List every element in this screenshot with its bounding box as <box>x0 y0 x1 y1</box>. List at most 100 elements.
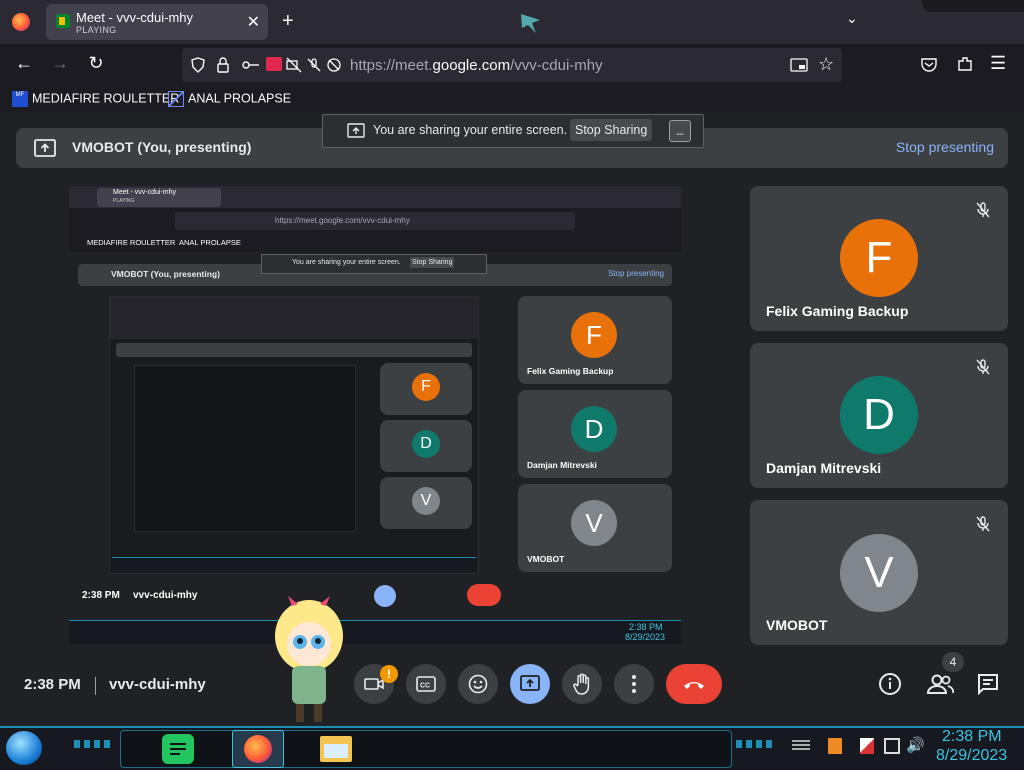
taskbar-file-explorer-icon[interactable] <box>320 736 352 762</box>
preview-bookmark-1: MEDIAFIRE ROULETTER <box>87 238 176 247</box>
camera-blocked-icon[interactable] <box>286 57 302 73</box>
permissions-icon[interactable] <box>242 58 260 72</box>
tab-title: Meet - vvv-cdui-mhy <box>76 10 194 25</box>
taskbar-clock-time[interactable]: 2:38 PM <box>942 728 1002 746</box>
participant-name-felix: Felix Gaming Backup <box>766 303 909 319</box>
tray-flag-icon[interactable] <box>860 738 874 754</box>
tray-collapse-icon[interactable] <box>792 740 810 752</box>
participant-tile-vmobot[interactable]: V VMOBOT <box>750 500 1008 645</box>
emoji-icon <box>468 674 488 694</box>
url-text[interactable]: https://meet.google.com/vvv-cdui-mhy <box>350 57 603 74</box>
preview-end-call <box>467 584 501 606</box>
preview-url: https://meet.google.com/vvv-cdui-mhy <box>275 216 410 225</box>
svg-text:CC: CC <box>420 683 430 690</box>
preview-code: vvv-cdui-mhy <box>133 590 198 601</box>
back-button[interactable]: ← <box>12 53 36 74</box>
preview-presenting-label: VMOBOT (You, presenting) <box>111 269 220 279</box>
autoplay-blocked-icon[interactable] <box>326 57 342 73</box>
navigation-bar: ← → ↻ https://meet.google.com/vvv-cdui-m… <box>0 44 1024 86</box>
camera-warning-badge: ! <box>380 665 398 683</box>
screen-share-indicator-icon[interactable] <box>266 57 282 71</box>
screen-share-banner: You are sharing your entire screen. Stop… <box>322 114 704 148</box>
raise-hand-button[interactable] <box>562 664 602 704</box>
start-orb-button[interactable] <box>6 731 42 765</box>
app-logo-icon <box>521 14 540 33</box>
menu-hamburger-icon[interactable]: ☰ <box>990 53 1006 74</box>
participant-tile-damjan[interactable]: D Damjan Mitrevski <box>750 343 1008 488</box>
taskbar-firefox-button[interactable] <box>232 730 284 768</box>
browser-tab-bar: Meet - vvv-cdui-mhy PLAYING ✕ + ⌄ <box>0 0 1024 44</box>
share-banner-text: You are sharing your entire screen. <box>373 123 568 137</box>
lock-icon[interactable] <box>216 57 230 73</box>
tray-network-icon[interactable] <box>884 738 900 754</box>
stop-presenting-button[interactable]: Stop presenting <box>896 139 994 155</box>
url-bar[interactable]: https://meet.google.com/vvv-cdui-mhy ☆ <box>182 48 842 82</box>
bookmark-star-icon[interactable]: ☆ <box>818 54 834 75</box>
bookmark-icon <box>168 91 184 107</box>
preview-share-text: You are sharing your entire screen. <box>292 259 401 266</box>
new-tab-button[interactable]: + <box>282 10 294 33</box>
list-all-tabs-icon[interactable]: ⌄ <box>846 10 858 27</box>
meeting-details-button[interactable] <box>878 672 904 698</box>
preview-nested-screen: F D V <box>109 296 479 574</box>
present-now-button[interactable] <box>510 664 550 704</box>
taskbar-decor-left <box>74 740 114 748</box>
participant-tile-felix[interactable]: F Felix Gaming Backup <box>750 186 1008 331</box>
hand-icon <box>573 673 590 695</box>
microphone-blocked-icon[interactable] <box>306 57 322 73</box>
meeting-code: vvv-cdui-mhy <box>109 676 206 693</box>
people-icon <box>926 674 955 694</box>
mic-off-icon <box>976 359 990 375</box>
leave-call-button[interactable] <box>666 664 722 704</box>
preview-nested-tile-1: F <box>380 363 472 415</box>
pocket-icon[interactable] <box>920 56 938 74</box>
preview-taskbar-date: 8/29/2023 <box>625 632 666 642</box>
taskbar-clock-date[interactable]: 8/29/2023 <box>936 747 1007 765</box>
reload-button[interactable]: ↻ <box>84 53 108 74</box>
tray-app-icon[interactable] <box>828 738 842 754</box>
extensions-icon[interactable] <box>956 55 974 73</box>
people-button[interactable] <box>926 672 956 698</box>
reactions-button[interactable] <box>458 664 498 704</box>
chat-icon <box>978 674 998 696</box>
bookmark-anal-prolapse[interactable]: ANAL PROLAPSE <box>168 91 291 107</box>
stop-sharing-button[interactable]: Stop Sharing <box>570 119 653 141</box>
taskbar-decor-right <box>736 740 776 748</box>
avatar-damjan: D <box>840 376 918 454</box>
bookmark-mediafire-rouletter[interactable]: MF MEDIAFIRE ROULETTER <box>12 91 179 107</box>
preview-tile-damjan: D Damjan Mitrevski <box>518 390 672 478</box>
tab-close-icon[interactable]: ✕ <box>247 12 260 32</box>
preview-nested-tile-3: V <box>380 477 472 529</box>
preview-stop-presenting: Stop presenting <box>607 269 664 278</box>
captions-button[interactable]: CC <box>406 664 446 704</box>
presenting-label: VMOBOT (You, presenting) <box>72 139 252 155</box>
browser-tab-meet[interactable]: Meet - vvv-cdui-mhy PLAYING ✕ <box>46 4 268 40</box>
meet-main: VMOBOT (You, presenting) Stop presenting… <box>0 112 1024 726</box>
preview-avatar-felix: F <box>571 312 617 358</box>
preview-share-banner: You are sharing your entire screen. Stop… <box>261 254 487 274</box>
preview-tab: Meet - vvv-cdui-mhy PLAYING <box>97 188 221 207</box>
tray-volume-icon[interactable]: 🔊 <box>906 736 925 754</box>
picture-in-picture-icon[interactable] <box>790 57 808 73</box>
meeting-time: 2:38 PM <box>24 676 81 693</box>
chat-button[interactable] <box>976 672 1002 698</box>
preview-nested-bar <box>116 343 472 357</box>
taskbar-notes-app-icon[interactable] <box>162 734 194 764</box>
minimize-banner-button[interactable]: _ <box>669 120 691 142</box>
preview-bookmark-2: ANAL PROLAPSE <box>179 238 241 247</box>
preview-nested-tile-2: D <box>380 420 472 472</box>
desktop-mascot-character <box>275 596 343 722</box>
meet-tab-icon <box>56 14 70 28</box>
preview-tile-vmobot: V VMOBOT <box>518 484 672 572</box>
people-count-badge: 4 <box>942 652 964 672</box>
divider <box>95 677 96 695</box>
firefox-icon[interactable] <box>12 13 30 31</box>
preview-avatar-vmobot: V <box>571 500 617 546</box>
tracking-shield-icon[interactable] <box>190 57 206 73</box>
preview-browser-chrome: Meet - vvv-cdui-mhy PLAYING https://meet… <box>69 186 681 252</box>
preview-stop-sharing: Stop Sharing <box>410 257 455 268</box>
more-options-button[interactable] <box>614 664 654 704</box>
forward-button[interactable]: → <box>48 53 72 74</box>
shared-screen-preview: Meet - vvv-cdui-mhy PLAYING https://meet… <box>69 186 681 644</box>
participant-name-damjan: Damjan Mitrevski <box>766 460 882 476</box>
